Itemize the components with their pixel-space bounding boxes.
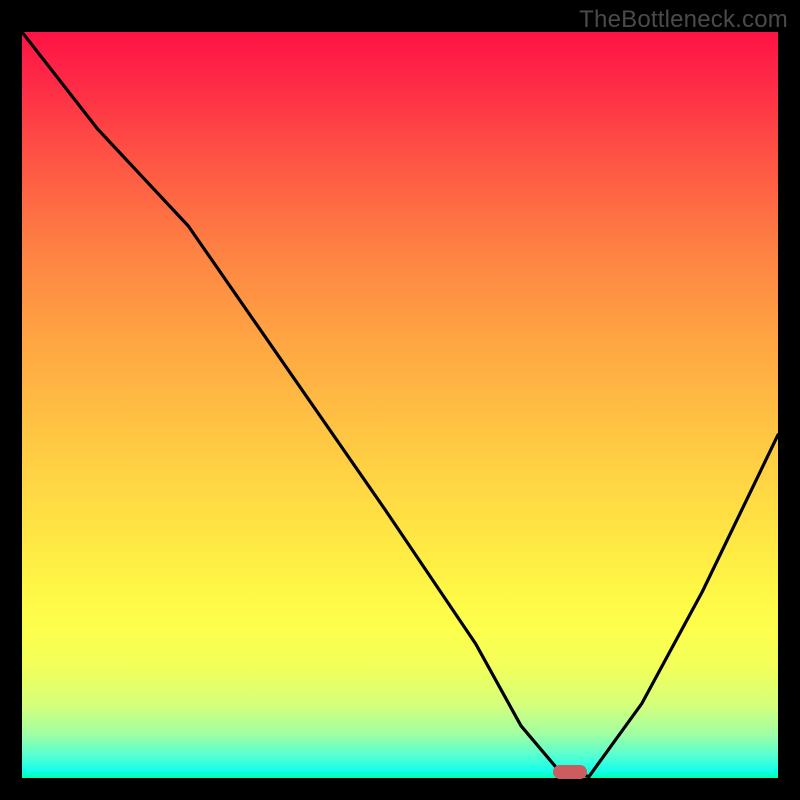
chart-plot-area (22, 32, 778, 778)
optimal-point-marker (553, 765, 587, 779)
watermark-text: TheBottleneck.com (579, 6, 788, 34)
bottleneck-curve-path (22, 32, 778, 777)
curve-svg (22, 32, 778, 778)
